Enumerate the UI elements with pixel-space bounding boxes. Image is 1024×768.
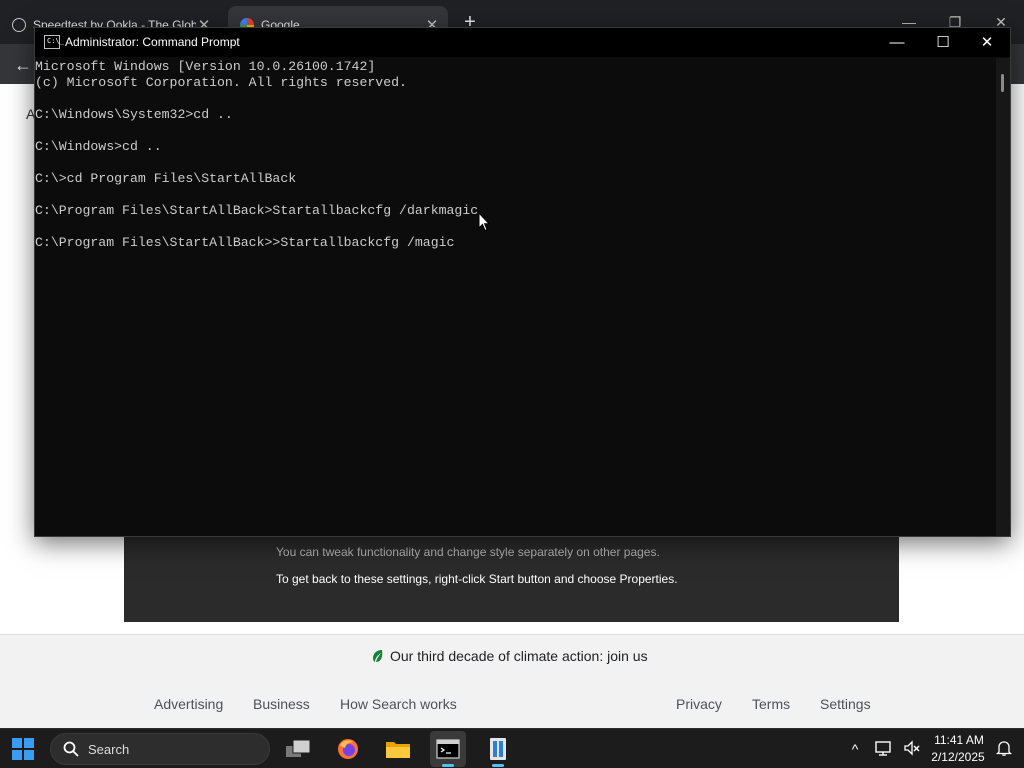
speedtest-favicon-icon bbox=[12, 18, 26, 32]
terminal-icon bbox=[436, 739, 460, 759]
tray-overflow-chevron-icon[interactable]: ^ bbox=[846, 739, 864, 759]
console-line: (c) Microsoft Corporation. All rights re… bbox=[35, 75, 407, 90]
windows-logo-icon bbox=[12, 750, 22, 760]
windows-logo-icon bbox=[24, 750, 34, 760]
footer-link-settings[interactable]: Settings bbox=[820, 696, 871, 712]
climate-text: Our third decade of climate action: join… bbox=[390, 648, 648, 664]
volume-muted-icon[interactable] bbox=[903, 739, 921, 757]
console-input-line[interactable]: C:\Program Files\StartAllBack>>Startallb… bbox=[35, 235, 997, 251]
search-icon bbox=[63, 741, 79, 757]
active-app-indicator bbox=[442, 764, 454, 767]
footer-link-terms[interactable]: Terms bbox=[752, 696, 790, 712]
folder-icon bbox=[386, 742, 410, 758]
cmd-console-output[interactable]: Microsoft Windows [Version 10.0.26100.17… bbox=[35, 58, 997, 536]
footer-link-business[interactable]: Business bbox=[253, 696, 310, 712]
taskbar-firefox-button[interactable] bbox=[330, 731, 366, 767]
console-line: C:\Windows\System32>cd .. bbox=[35, 107, 233, 122]
open-app-indicator bbox=[492, 764, 504, 767]
climate-action-link[interactable]: Our third decade of climate action: join… bbox=[372, 648, 648, 664]
cmd-app-icon: C:\_ bbox=[44, 35, 64, 49]
firefox-icon bbox=[338, 739, 358, 759]
cmd-close-button[interactable]: ✕ bbox=[964, 28, 1010, 57]
desktop-screen: Speedtest by Ookla - The Glob ✕ Google ✕… bbox=[0, 0, 1024, 768]
info-tip-text: To get back to these settings, right-cli… bbox=[276, 572, 678, 586]
cmd-title-bar[interactable]: C:\_ Administrator: Command Prompt — ☐ ✕ bbox=[35, 28, 1010, 57]
windows-logo-icon bbox=[12, 738, 22, 748]
network-icon[interactable] bbox=[874, 739, 892, 757]
footer-link-privacy[interactable]: Privacy bbox=[676, 696, 722, 712]
console-line: C:\>cd Program Files\StartAllBack bbox=[35, 171, 297, 186]
cmd-scrollbar-thumb[interactable] bbox=[1001, 74, 1004, 92]
taskbar-search-box[interactable]: Search bbox=[50, 733, 270, 765]
cmd-window-title: Administrator: Command Prompt bbox=[65, 35, 240, 49]
taskbar-search-label: Search bbox=[88, 742, 130, 757]
cmd-scrollbar[interactable] bbox=[996, 58, 1010, 536]
info-tip-text: You can tweak functionality and change s… bbox=[276, 545, 660, 559]
footer-link-advertising[interactable]: Advertising bbox=[154, 696, 223, 712]
command-prompt-window[interactable]: C:\_ Administrator: Command Prompt — ☐ ✕… bbox=[34, 27, 1011, 537]
taskbar-command-prompt-button[interactable] bbox=[430, 731, 466, 767]
cmd-minimize-button[interactable]: — bbox=[874, 28, 920, 57]
console-line: C:\Windows>cd .. bbox=[35, 139, 162, 154]
task-view-icon bbox=[286, 739, 311, 757]
notification-bell-icon[interactable] bbox=[995, 739, 1013, 757]
back-button[interactable]: ← bbox=[10, 52, 36, 78]
console-line: Microsoft Windows [Version 10.0.26100.17… bbox=[35, 59, 376, 74]
leaf-icon bbox=[373, 650, 383, 662]
windows-logo-icon bbox=[24, 738, 34, 748]
mouse-pointer-icon bbox=[478, 212, 490, 232]
cmd-icon-text: C:\_ bbox=[47, 37, 64, 45]
taskbar-task-view-button[interactable] bbox=[280, 731, 316, 767]
start-button[interactable] bbox=[12, 738, 34, 760]
footer-link-how-search-works[interactable]: How Search works bbox=[340, 696, 457, 712]
taskbar-file-explorer-button[interactable] bbox=[380, 731, 416, 767]
cmd-maximize-button[interactable]: ☐ bbox=[920, 28, 966, 57]
console-line: C:\Program Files\StartAllBack>Startallba… bbox=[35, 203, 479, 218]
taskbar-startallback-button[interactable] bbox=[480, 731, 516, 767]
taskbar-clock-time[interactable]: 11:41 AM bbox=[929, 733, 989, 747]
windows-taskbar: Search ^ 11:41 AM 2/12/2025 bbox=[0, 728, 1024, 768]
startallback-icon bbox=[490, 738, 506, 760]
taskbar-clock-date[interactable]: 2/12/2025 bbox=[926, 750, 990, 764]
